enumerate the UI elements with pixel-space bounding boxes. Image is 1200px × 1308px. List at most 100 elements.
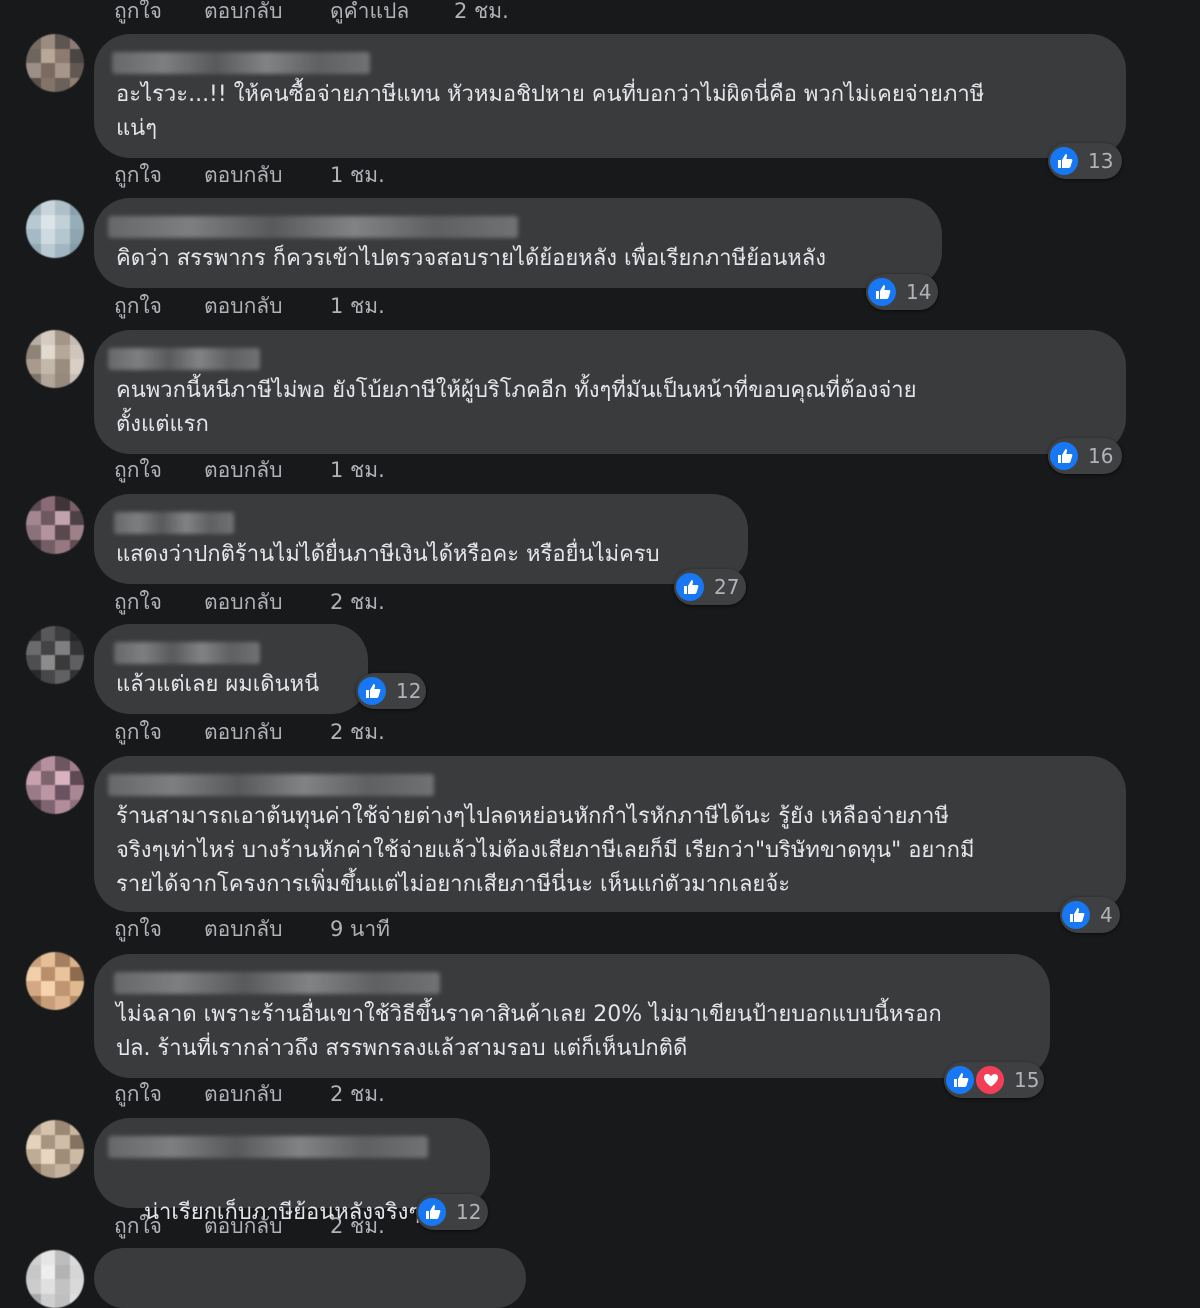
comment-time[interactable]: 9 นาที: [330, 914, 390, 944]
avatar-pixel: [41, 1265, 56, 1280]
comment-time[interactable]: 1 ชม.: [330, 160, 385, 190]
reply-link[interactable]: ตอบกลับ: [204, 587, 283, 617]
reaction-count-number: 15: [1014, 1062, 1039, 1098]
avatar[interactable]: [26, 496, 84, 554]
avatar-pixel: [41, 1294, 56, 1308]
avatar-pixel: [26, 496, 41, 511]
reply-link[interactable]: ตอบกลับ: [204, 0, 283, 26]
avatar-pixel: [26, 626, 41, 641]
commenter-name-blurred[interactable]: [114, 512, 234, 534]
avatar-pixel: [70, 1135, 85, 1150]
avatar-pixel: [26, 1135, 41, 1150]
avatar-pixel: [26, 359, 41, 374]
like-link[interactable]: ถูกใจ: [114, 455, 162, 485]
comment-time[interactable]: 2 ชม.: [330, 717, 385, 747]
avatar-pixel: [41, 78, 56, 93]
avatar-pixel: [70, 345, 85, 360]
reaction-count[interactable]: 4: [1060, 897, 1120, 933]
avatar-pixel: [41, 800, 56, 815]
commenter-name-blurred[interactable]: [112, 52, 370, 74]
avatar-pixel: [70, 525, 85, 540]
avatar-pixel: [55, 49, 70, 64]
comment-time[interactable]: 2 ชม.: [330, 587, 385, 617]
reaction-count[interactable]: 16: [1048, 438, 1122, 474]
avatar-pixel: [26, 785, 41, 800]
avatar-pixel: [70, 655, 85, 670]
avatar-pixel: [41, 785, 56, 800]
avatar-pixel: [70, 330, 85, 345]
commenter-name-blurred[interactable]: [114, 642, 260, 664]
avatar[interactable]: [26, 756, 84, 814]
reply-link[interactable]: ตอบกลับ: [204, 717, 283, 747]
avatar-pixel: [55, 1149, 70, 1164]
avatar-pixel: [26, 1279, 41, 1294]
avatar-pixel: [26, 771, 41, 786]
avatar-pixel: [41, 359, 56, 374]
avatar[interactable]: [26, 200, 84, 258]
avatar-pixel: [55, 1294, 70, 1308]
comment-bubble: แสดงว่าปกติร้านไม่ได้ยื่นภาษีเงินได้หรือ…: [94, 494, 748, 584]
avatar-pixel: [55, 63, 70, 78]
comment-time[interactable]: 1 ชม.: [330, 291, 385, 321]
avatar-pixel: [70, 641, 85, 656]
commenter-name-blurred[interactable]: [108, 348, 260, 370]
avatar-pixel: [70, 1265, 85, 1280]
avatar-pixel: [41, 670, 56, 685]
avatar[interactable]: [26, 34, 84, 92]
comment-bubble: [94, 1248, 526, 1308]
reaction-count[interactable]: 13: [1048, 143, 1122, 179]
like-link[interactable]: ถูกใจ: [114, 0, 162, 26]
avatar-pixel: [55, 1135, 70, 1150]
avatar-pixel: [26, 756, 41, 771]
avatar-pixel: [55, 200, 70, 215]
comment-text: ร้านสามารถเอาต้นทุนค่าใช้จ่ายต่างๆไปลดหย…: [116, 800, 974, 902]
comment-time[interactable]: 2 ชม.: [330, 1079, 385, 1109]
avatar[interactable]: [26, 952, 84, 1010]
like-link[interactable]: ถูกใจ: [114, 717, 162, 747]
avatar[interactable]: [26, 330, 84, 388]
reply-link[interactable]: ตอบกลับ: [204, 1211, 283, 1241]
avatar[interactable]: [26, 1120, 84, 1178]
avatar-pixel: [70, 540, 85, 555]
commenter-name-blurred[interactable]: [108, 774, 434, 796]
reply-link[interactable]: ตอบกลับ: [204, 291, 283, 321]
reply-link[interactable]: ตอบกลับ: [204, 914, 283, 944]
comment-text: แสดงว่าปกติร้านไม่ได้ยื่นภาษีเงินได้หรือ…: [116, 538, 660, 572]
comment-time[interactable]: 2 ชม.: [330, 1211, 385, 1241]
avatar-pixel: [41, 63, 56, 78]
like-link[interactable]: ถูกใจ: [114, 1079, 162, 1109]
reaction-count[interactable]: 15: [944, 1062, 1044, 1098]
love-reaction-icon: [974, 1064, 1006, 1096]
like-link[interactable]: ถูกใจ: [114, 160, 162, 190]
like-link[interactable]: ถูกใจ: [114, 914, 162, 944]
reaction-count[interactable]: 12: [416, 1194, 488, 1230]
avatar[interactable]: [26, 626, 84, 684]
comment-text: ไม่ฉลาด เพราะร้านอื่นเขาใช้วิธีขึ้นราคาส…: [116, 998, 942, 1066]
avatar-pixel: [41, 511, 56, 526]
comment-bubble: ร้านสามารถเอาต้นทุนค่าใช้จ่ายต่างๆไปลดหย…: [94, 756, 1126, 912]
reply-link[interactable]: ตอบกลับ: [204, 160, 283, 190]
reaction-count[interactable]: 14: [866, 274, 938, 310]
comment-bubble: แล้วแต่เลย ผมเดินหนี: [94, 624, 368, 714]
reply-link[interactable]: ตอบกลับ: [204, 1079, 283, 1109]
like-link[interactable]: ถูกใจ: [114, 587, 162, 617]
reply-link[interactable]: ตอบกลับ: [204, 455, 283, 485]
reaction-count-number: 14: [906, 274, 931, 310]
see-translation-link[interactable]: ดูคำแปล: [330, 0, 409, 26]
commenter-name-blurred[interactable]: [108, 1136, 428, 1158]
avatar-pixel: [70, 1164, 85, 1179]
like-link[interactable]: ถูกใจ: [114, 1211, 162, 1241]
reaction-count[interactable]: 12: [356, 673, 426, 709]
like-link[interactable]: ถูกใจ: [114, 291, 162, 321]
comment-time[interactable]: 1 ชม.: [330, 455, 385, 485]
avatar-pixel: [55, 1120, 70, 1135]
reaction-count[interactable]: 27: [674, 569, 746, 605]
commenter-name-blurred[interactable]: [114, 972, 440, 994]
avatar-pixel: [41, 215, 56, 230]
commenter-name-blurred[interactable]: [108, 216, 518, 238]
reaction-count-number: 13: [1088, 143, 1113, 179]
avatar-pixel: [70, 1294, 85, 1308]
avatar-pixel: [70, 1250, 85, 1265]
avatar[interactable]: [26, 1250, 84, 1308]
avatar-pixel: [26, 981, 41, 996]
